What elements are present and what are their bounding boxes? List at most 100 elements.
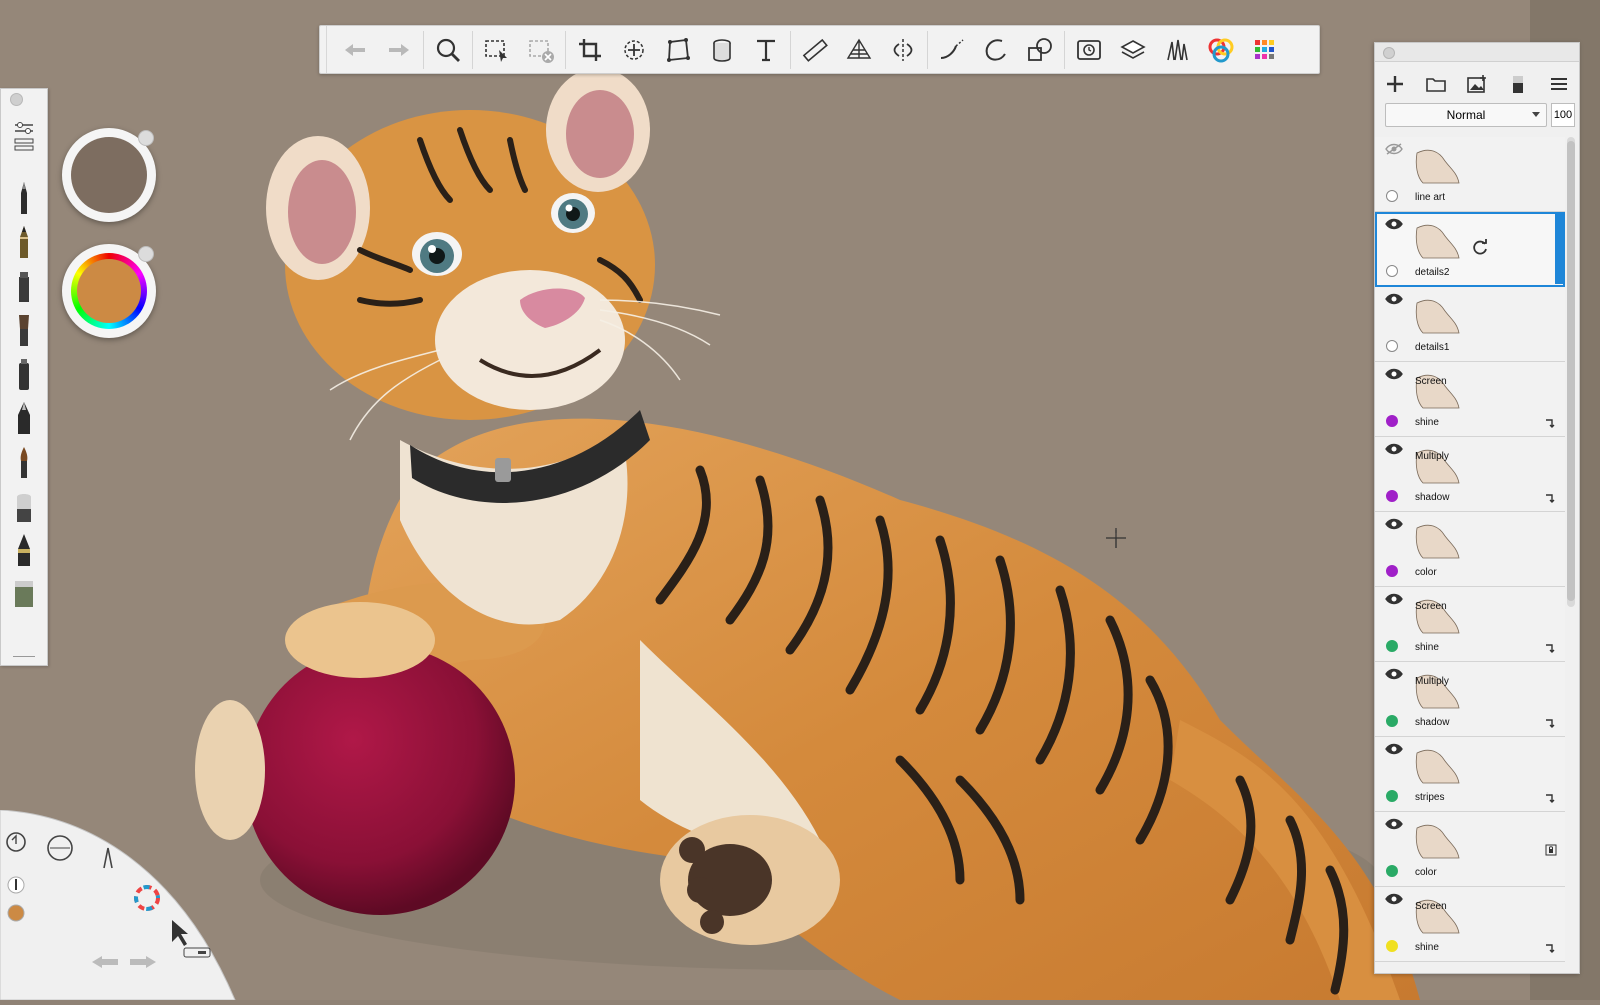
layer-row[interactable]: color [1375, 512, 1565, 587]
visibility-icon[interactable] [1385, 293, 1403, 305]
eraser-icon[interactable] [1, 485, 47, 527]
ruler-icon[interactable] [793, 26, 837, 73]
opacity-field[interactable]: 100 [1551, 103, 1575, 127]
pencil-icon[interactable] [1, 221, 47, 263]
clear-selection-icon[interactable] [519, 26, 563, 73]
perspective-icon[interactable] [837, 26, 881, 73]
layer-thumbnail [1415, 524, 1460, 559]
visibility-icon[interactable] [1385, 593, 1403, 605]
visibility-icon[interactable] [1385, 218, 1403, 230]
add-image-icon[interactable] [1466, 73, 1488, 95]
ballpoint-pen-icon[interactable] [1, 177, 47, 219]
layer-color-tag[interactable] [1386, 490, 1398, 502]
layer-name: color [1415, 867, 1437, 878]
visibility-icon[interactable] [1385, 743, 1403, 755]
brush-library-icon[interactable] [1155, 26, 1199, 73]
swatches-icon[interactable] [1243, 26, 1287, 73]
brush-puck[interactable] [62, 128, 156, 222]
layer-row[interactable]: color [1375, 812, 1565, 887]
layer-color-tag[interactable] [1386, 790, 1398, 802]
redo-icon[interactable] [377, 26, 421, 73]
layer-row[interactable]: details2 [1375, 212, 1565, 287]
menu-icon[interactable] [1548, 73, 1570, 95]
paint-brush-icon[interactable] [1, 309, 47, 351]
fill-icon[interactable] [700, 26, 744, 73]
visibility-icon[interactable] [1385, 443, 1403, 455]
marker-icon[interactable] [1, 265, 47, 307]
ink-pen-icon[interactable] [1, 529, 47, 571]
puck-dot-icon [138, 130, 154, 146]
layer-color-tag[interactable] [1386, 265, 1398, 277]
layer-row[interactable]: Multiply shadow [1375, 662, 1565, 737]
toolbar-grip[interactable] [320, 26, 327, 73]
color-editor-icon[interactable] [1199, 26, 1243, 73]
paintbrush-icon[interactable] [1, 441, 47, 483]
layer-color-tag[interactable] [1386, 340, 1398, 352]
puck-color-icon[interactable] [7, 904, 25, 922]
visibility-icon[interactable] [1385, 668, 1403, 680]
visibility-icon[interactable] [1385, 893, 1403, 905]
brush-size-icon[interactable] [7, 876, 25, 894]
texture-brush-icon[interactable] [1, 573, 47, 615]
add-layer-icon[interactable] [1384, 73, 1406, 95]
clip-icon [1546, 719, 1555, 728]
stroke-icon[interactable] [930, 26, 974, 73]
layer-color-tag[interactable] [1386, 190, 1398, 202]
brush-properties-icon[interactable] [1, 115, 47, 157]
selected-layer-marker [1555, 212, 1565, 284]
layer-row[interactable]: Screen shine [1375, 887, 1565, 962]
close-icon[interactable] [10, 93, 23, 106]
crop-icon[interactable] [568, 26, 612, 73]
lock-icon[interactable] [1545, 844, 1557, 856]
visibility-icon[interactable] [1385, 518, 1403, 530]
layer-name: color [1415, 567, 1437, 578]
layer-blend-mode: Screen [1415, 901, 1447, 912]
hidden-icon[interactable] [1385, 143, 1403, 155]
layer-blend-mode: Screen [1415, 376, 1447, 387]
blend-mode-select[interactable]: Normal [1385, 103, 1547, 127]
chevron-down-icon [1532, 112, 1540, 117]
layer-thumbnail [1415, 674, 1460, 709]
layer-list: line art details2 details1 Screen shine Multi… [1375, 137, 1565, 962]
undo-icon[interactable] [333, 26, 377, 73]
layer-row[interactable]: Multiply shadow [1375, 437, 1565, 512]
close-icon[interactable] [1383, 47, 1395, 59]
panel-titlebar[interactable] [1375, 43, 1579, 62]
fountain-pen-icon[interactable] [1, 397, 47, 439]
layer-editor: Normal 100 line art details2 details1 Scree… [1374, 42, 1580, 974]
select-icon[interactable] [475, 26, 519, 73]
layer-blend-mode: Multiply [1415, 451, 1449, 462]
add-group-icon[interactable] [1425, 73, 1447, 95]
layer-color-tag[interactable] [1386, 415, 1398, 427]
zoom-icon[interactable] [426, 26, 470, 73]
layer-name: details1 [1415, 342, 1450, 353]
layers-icon[interactable] [1111, 26, 1155, 73]
time-lapse-icon[interactable] [1067, 26, 1111, 73]
layer-color-tag[interactable] [1386, 640, 1398, 652]
layer-color-tag[interactable] [1386, 940, 1398, 952]
panel-resize-handle[interactable] [13, 656, 35, 657]
layer-scrollbar-thumb[interactable] [1567, 141, 1575, 601]
visibility-icon[interactable] [1385, 368, 1403, 380]
airbrush-icon[interactable] [1, 353, 47, 395]
layer-color-tag[interactable] [1386, 865, 1398, 877]
text-icon[interactable] [744, 26, 788, 73]
layer-actions [1375, 63, 1579, 105]
visibility-icon[interactable] [1385, 818, 1403, 830]
clear-layer-icon[interactable] [1507, 73, 1529, 95]
layer-row[interactable]: Screen shine [1375, 587, 1565, 662]
layer-row[interactable]: Screen shine [1375, 362, 1565, 437]
layer-color-tag[interactable] [1386, 565, 1398, 577]
distort-icon[interactable] [656, 26, 700, 73]
layer-row[interactable]: stripes [1375, 737, 1565, 812]
shapes-icon[interactable] [1018, 26, 1062, 73]
layer-color-tag[interactable] [1386, 715, 1398, 727]
symmetry-icon[interactable] [881, 26, 925, 73]
opacity-value: 100 [1553, 109, 1573, 121]
transform-icon[interactable] [612, 26, 656, 73]
color-puck[interactable] [62, 244, 156, 338]
layer-row[interactable]: line art [1375, 137, 1565, 212]
layer-row[interactable]: details1 [1375, 287, 1565, 362]
layer-name: shine [1415, 417, 1439, 428]
ellipse-icon[interactable] [974, 26, 1018, 73]
